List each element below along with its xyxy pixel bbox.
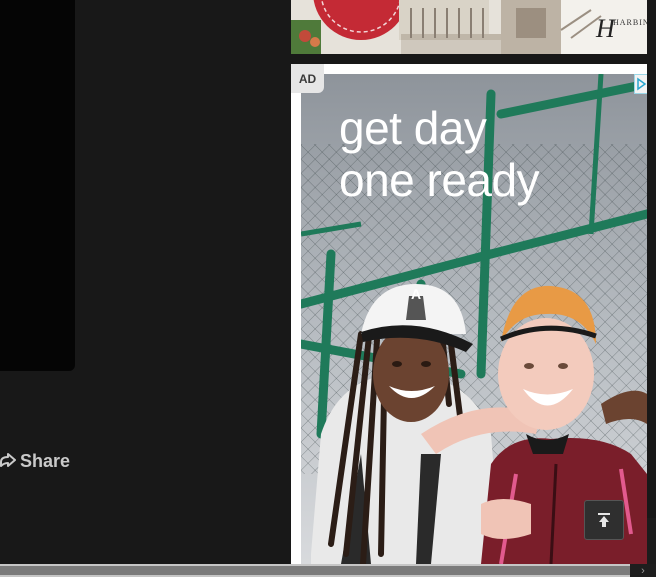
back-to-top-button[interactable] (584, 500, 624, 540)
share-label: Share (20, 450, 71, 471)
share-arrow-icon (0, 453, 16, 467)
horizontal-scrollbar-thumb[interactable] (0, 566, 630, 575)
ad-headline: get day one ready (339, 102, 639, 206)
scroll-right-button[interactable]: › (630, 564, 656, 577)
display-ad[interactable]: get day one ready A AD (291, 64, 647, 564)
vertical-scrollbar[interactable] (647, 518, 656, 564)
top-ad-brand-letter: H (596, 14, 615, 43)
adchoices-triangle-icon (637, 77, 647, 91)
video-player[interactable] (0, 0, 75, 371)
horizontal-scrollbar[interactable]: › (0, 564, 656, 577)
top-ad-image (291, 0, 647, 54)
cap-logo-letter: A (411, 286, 422, 302)
ad-headline-line1: get day (339, 102, 487, 154)
share-button[interactable]: Share (0, 449, 70, 473)
adchoices-icon[interactable] (634, 74, 647, 94)
ad-badge: AD (291, 64, 324, 93)
top-banner-ad[interactable]: H HARBIN (291, 0, 647, 54)
arrow-up-to-line-icon (598, 513, 610, 527)
top-ad-brand-text: HARBIN (613, 18, 647, 27)
ad-headline-line2: one ready (339, 154, 540, 206)
